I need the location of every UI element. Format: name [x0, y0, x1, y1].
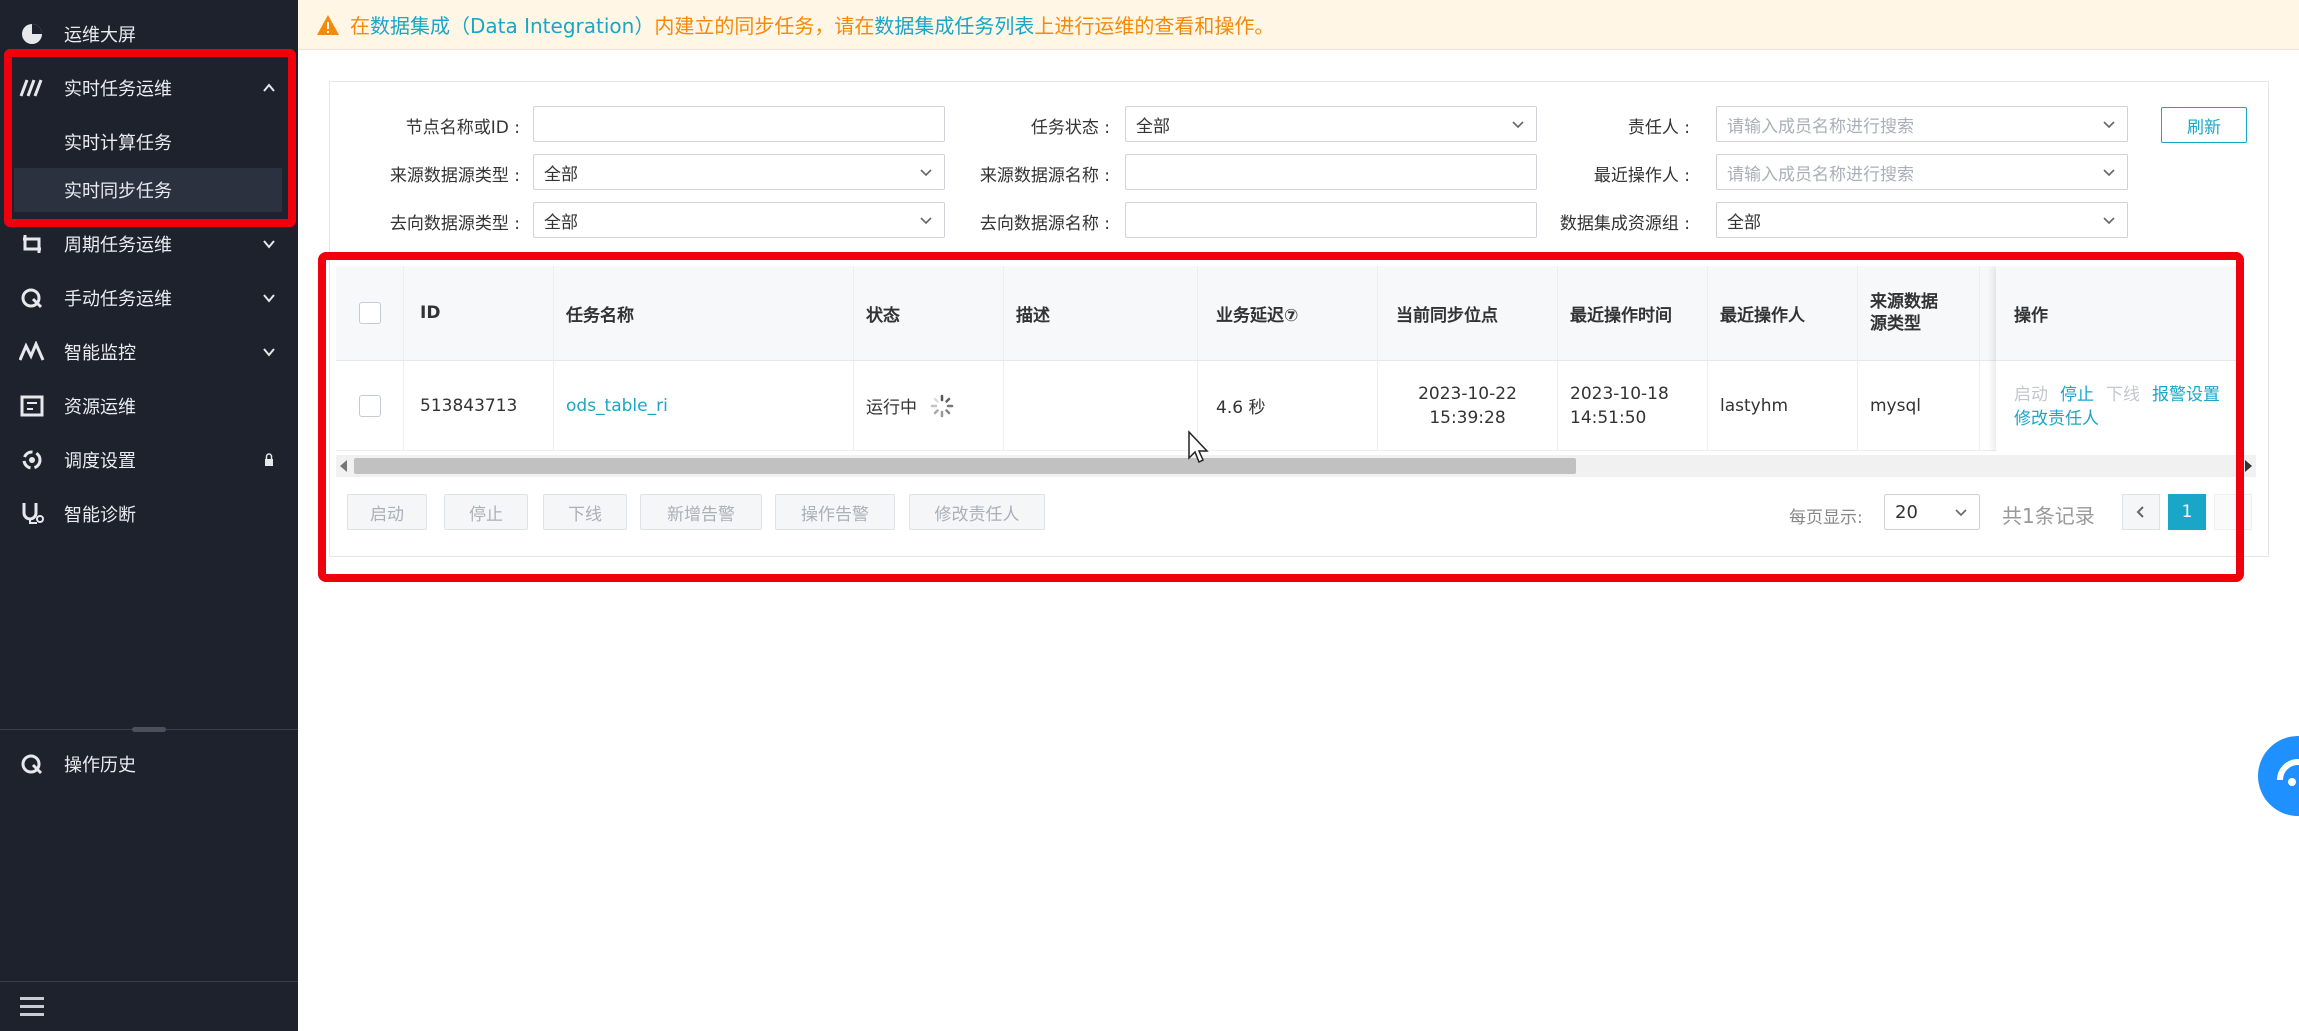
- highlight-box-sidebar: [4, 49, 296, 227]
- schedule-icon: [18, 446, 46, 474]
- sidebar-item-cycle-ops[interactable]: 周期任务运维: [0, 217, 298, 271]
- chevron-down-icon: [1512, 121, 1524, 129]
- refresh-button[interactable]: 刷新: [2161, 107, 2247, 143]
- source-name-label: 来源数据源名称 :: [979, 166, 1110, 186]
- banner-text-middle: 内建立的同步任务，请在: [654, 14, 875, 38]
- integration-task-list-link[interactable]: 数据集成任务列表: [874, 10, 1034, 39]
- diagnose-icon: [18, 500, 46, 528]
- source-type-value: 全部: [544, 164, 578, 185]
- resource-group-select[interactable]: 全部: [1716, 202, 2128, 238]
- sidebar-item-history[interactable]: 操作历史: [0, 737, 298, 791]
- highlight-box-table: [318, 252, 2244, 582]
- sidebar-item-schedule-settings[interactable]: 调度设置: [0, 433, 298, 487]
- task-status-select[interactable]: 全部: [1125, 106, 1537, 142]
- mouse-cursor-icon: [1188, 430, 1209, 464]
- manual-icon: [18, 284, 46, 312]
- owner-placeholder: 请输入成员名称进行搜索: [1727, 116, 1914, 137]
- target-name-label: 去向数据源名称 :: [979, 214, 1110, 234]
- chevron-down-icon: [263, 348, 275, 357]
- target-type-select[interactable]: 全部: [533, 202, 945, 238]
- sidebar-item-label: 智能监控: [64, 343, 136, 364]
- chevron-down-icon: [263, 240, 275, 249]
- target-type-value: 全部: [544, 212, 578, 233]
- info-banner: 在 数据集成（Data Integration） 内建立的同步任务，请在 数据集…: [298, 0, 2299, 50]
- source-type-select[interactable]: 全部: [533, 154, 945, 190]
- target-type-label: 去向数据源类型 :: [389, 214, 520, 234]
- resource-icon: [18, 392, 46, 420]
- pie-chart-icon: [18, 20, 46, 48]
- sidebar-item-label: 智能诊断: [64, 505, 136, 526]
- sidebar-item-resource-ops[interactable]: 资源运维: [0, 379, 298, 433]
- source-type-label: 来源数据源类型 :: [389, 166, 520, 186]
- source-name-input[interactable]: [1125, 154, 1537, 190]
- chevron-down-icon: [920, 169, 932, 177]
- chevron-down-icon: [263, 294, 275, 303]
- sidebar-item-label: 运维大屏: [64, 25, 136, 46]
- scroll-right-icon[interactable]: [2245, 460, 2252, 472]
- banner-text-prefix: 在: [350, 14, 370, 38]
- floating-help-button[interactable]: [2258, 736, 2299, 816]
- last-operator-label: 最近操作人 :: [1593, 166, 1690, 186]
- target-name-input[interactable]: [1125, 202, 1537, 238]
- banner-text-suffix: 上进行运维的查看和操作。: [1034, 14, 1275, 38]
- sidebar: 运维大屏 实时任务运维 实时计算任务 实时同步任务 周期任务运维 手动任务运维 …: [0, 0, 298, 1031]
- resource-group-value: 全部: [1727, 212, 1761, 233]
- sidebar-resize-handle[interactable]: [132, 727, 166, 732]
- cycle-icon: [18, 230, 46, 258]
- owner-label: 责任人 :: [1627, 118, 1690, 138]
- sidebar-item-label: 操作历史: [64, 755, 136, 776]
- resource-group-label: 数据集成资源组 :: [1559, 214, 1690, 234]
- sidebar-item-smart-diagnose[interactable]: 智能诊断: [0, 487, 298, 541]
- sidebar-item-label: 调度设置: [64, 451, 136, 472]
- last-operator-placeholder: 请输入成员名称进行搜索: [1727, 164, 1914, 185]
- sidebar-item-label: 资源运维: [64, 397, 136, 418]
- warning-icon: [317, 14, 339, 35]
- menu-collapse-icon[interactable]: [20, 997, 44, 1017]
- sidebar-item-manual-ops[interactable]: 手动任务运维: [0, 271, 298, 325]
- chevron-down-icon: [2103, 217, 2115, 225]
- task-status-value: 全部: [1136, 116, 1170, 137]
- chevron-down-icon: [2103, 169, 2115, 177]
- sidebar-item-label: 周期任务运维: [64, 235, 172, 256]
- node-name-label: 节点名称或ID :: [405, 118, 520, 138]
- node-name-input[interactable]: [533, 106, 945, 142]
- sidebar-bottom-divider: [0, 981, 298, 982]
- data-integration-link[interactable]: 数据集成（Data Integration）: [370, 10, 654, 39]
- lock-icon: [265, 453, 273, 466]
- last-operator-select[interactable]: 请输入成员名称进行搜索: [1716, 154, 2128, 190]
- chevron-down-icon: [2103, 121, 2115, 129]
- owner-search-select[interactable]: 请输入成员名称进行搜索: [1716, 106, 2128, 142]
- task-status-label: 任务状态 :: [1030, 118, 1110, 138]
- monitor-icon: [18, 338, 46, 366]
- sidebar-item-label: 手动任务运维: [64, 289, 172, 310]
- headset-icon: [2277, 759, 2299, 786]
- sidebar-item-smart-monitor[interactable]: 智能监控: [0, 325, 298, 379]
- chevron-down-icon: [920, 217, 932, 225]
- history-icon: [18, 750, 46, 778]
